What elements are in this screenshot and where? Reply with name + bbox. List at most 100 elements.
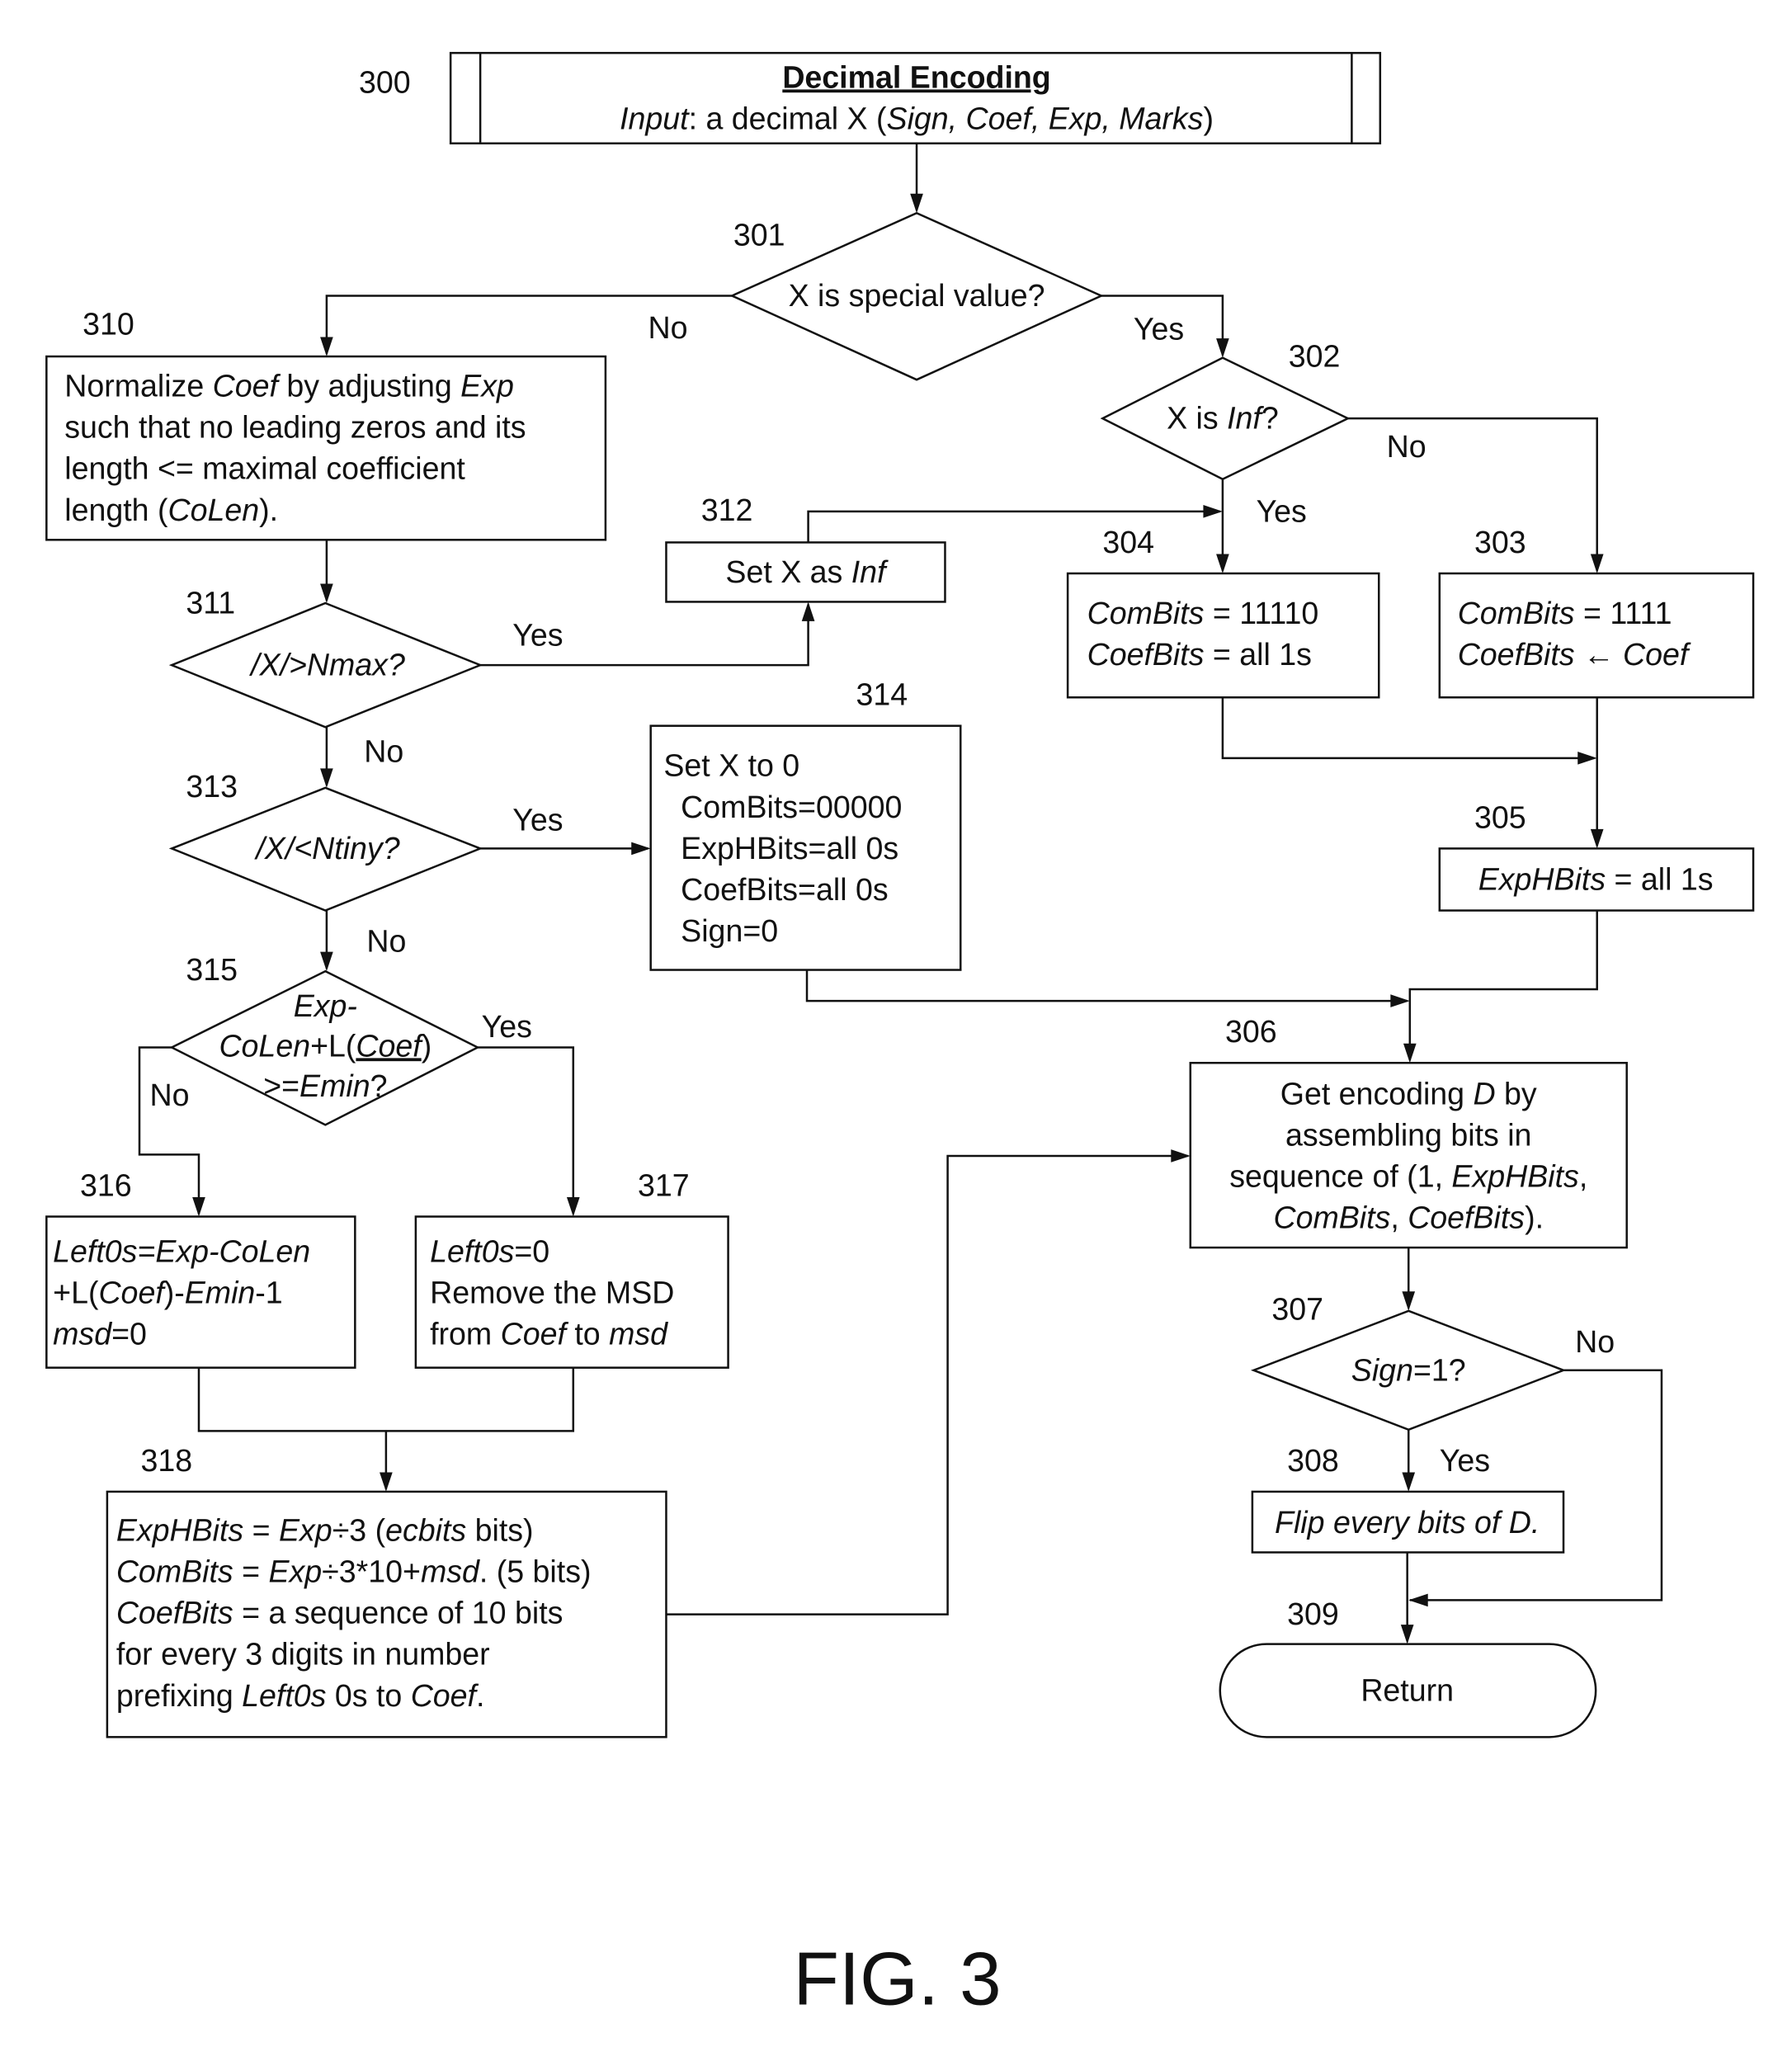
node-312-text: Set X as Inf	[725, 554, 889, 589]
text-segment: ComBits	[116, 1554, 233, 1588]
text-segment: .	[476, 1678, 484, 1713]
label-311-yes: Yes	[512, 618, 563, 653]
arrow-icon	[320, 337, 333, 357]
label-315-yes: Yes	[482, 1009, 532, 1044]
text-segment: for every 3 digits in number	[116, 1637, 490, 1672]
figure-label: FIG. 3	[793, 1937, 1001, 2021]
text-segment: ,	[1390, 1200, 1408, 1235]
label-302-no: No	[1387, 429, 1427, 464]
arrow-icon	[320, 768, 333, 788]
ref-316: 316	[80, 1167, 132, 1202]
text-segment: Inf	[851, 554, 889, 589]
label-307-no: No	[1575, 1324, 1615, 1359]
text-segment: length <= maximal coefficient	[64, 451, 465, 486]
ref-309: 309	[1287, 1597, 1339, 1631]
text-segment: /X/>Nmax?	[248, 648, 405, 682]
text-segment: Sign	[1351, 1352, 1413, 1387]
ref-303: 303	[1474, 525, 1526, 559]
text-segment: CoLen	[167, 493, 259, 527]
text-segment: . (5 bits)	[479, 1554, 592, 1588]
node-307-text: Sign=1?	[1351, 1352, 1466, 1387]
text-segment: ExpHBits	[1451, 1159, 1578, 1194]
text-segment: Remove the MSD	[430, 1275, 674, 1309]
text-segment: Exp-	[294, 988, 357, 1023]
flowchart-decimal-encoding: 300 Decimal Encoding Input: a decimal X …	[45, 51, 1755, 2021]
node-300: 300 Decimal Encoding Input: a decimal X …	[359, 51, 1382, 145]
node-300-text: Input: a decimal X (Sign, Coef, Exp, Mar…	[620, 101, 1214, 136]
arrow-icon	[801, 601, 815, 621]
node-311: 311 /X/>Nmax?	[168, 586, 483, 729]
text-segment: ComBits	[1273, 1200, 1390, 1235]
text-segment: Inf	[1227, 401, 1264, 436]
arrow-icon	[1216, 338, 1229, 358]
text-segment: sequence of (1,	[1229, 1159, 1451, 1194]
text-segment: Set X to 0	[663, 748, 799, 783]
text-segment: ).	[1525, 1200, 1544, 1235]
text-segment: = all 1s	[1204, 637, 1311, 672]
ref-311: 311	[186, 586, 235, 620]
text-segment: such that no leading zeros and its	[64, 410, 526, 445]
arrow-icon	[1403, 1043, 1417, 1064]
text-segment: CoefBits	[1458, 637, 1575, 672]
text-segment: =1?	[1413, 1352, 1466, 1387]
text-segment: bits)	[466, 1512, 533, 1547]
text-segment: Coef	[411, 1678, 479, 1713]
ref-300: 300	[359, 65, 411, 100]
arrow-icon	[1203, 505, 1223, 518]
text-segment: Get encoding	[1280, 1076, 1474, 1111]
arrow-icon	[1216, 554, 1229, 573]
node-313-text: /X/<Ntiny?	[253, 831, 399, 865]
ref-315: 315	[186, 952, 238, 987]
node-308-text: Flip every bits of D.	[1275, 1505, 1540, 1540]
text-segment: ?	[1261, 401, 1279, 436]
text-segment: Input	[620, 101, 690, 136]
arrow-icon	[380, 1472, 393, 1492]
text-segment: 0s to	[326, 1678, 410, 1713]
ref-312: 312	[701, 493, 753, 527]
text-segment: msd	[609, 1316, 668, 1351]
text-segment: Coef	[1623, 637, 1691, 672]
node-304-box	[1066, 572, 1380, 699]
arrow-icon	[1408, 1593, 1428, 1607]
text-segment: =0	[514, 1233, 549, 1268]
arrow-icon	[1590, 554, 1604, 573]
arrow-icon	[1390, 994, 1410, 1007]
text-segment: CoefBits=all 0s	[663, 872, 888, 907]
edge-318-306	[666, 1154, 1188, 1615]
text-segment: )	[1203, 101, 1214, 136]
text-segment: Emin	[299, 1068, 370, 1103]
label-315-no: No	[150, 1078, 190, 1112]
text-segment: Normalize	[64, 369, 212, 403]
label-302-yes: Yes	[1257, 493, 1307, 528]
ref-305: 305	[1474, 799, 1526, 834]
ref-313: 313	[186, 769, 238, 804]
arrow-icon	[1171, 1149, 1191, 1163]
arrow-icon	[631, 842, 651, 856]
text-segment: CoLen	[219, 1028, 310, 1063]
text-segment: Flip every bits of D.	[1275, 1505, 1540, 1540]
label-313-no: No	[366, 924, 406, 959]
text-segment: X is special value?	[789, 278, 1045, 313]
text-segment: ExpHBits=all 0s	[663, 831, 898, 865]
text-segment: =	[243, 1512, 279, 1547]
node-300-title: Decimal Encoding	[782, 59, 1050, 94]
text-segment: = 1111	[1575, 596, 1672, 630]
node-303-box	[1438, 572, 1755, 699]
text-segment: Exp	[279, 1512, 332, 1547]
text-segment: Set X as	[725, 554, 851, 589]
text-segment: Coef	[501, 1316, 569, 1351]
label-301-no: No	[648, 310, 688, 345]
ref-310: 310	[83, 306, 134, 341]
text-segment: Exp	[460, 369, 514, 403]
text-segment: ComBits	[1458, 596, 1575, 630]
text-segment: +L(	[53, 1275, 99, 1309]
text-segment: Left0s	[430, 1233, 514, 1268]
text-segment: Emin	[185, 1275, 256, 1309]
text-segment: D	[1474, 1076, 1496, 1111]
arrow-icon	[566, 1197, 580, 1217]
text-segment: Coef	[213, 369, 281, 403]
text-segment: ComBits	[1087, 596, 1205, 630]
node-307: 307 Sign=1?	[1250, 1292, 1567, 1431]
text-segment: CoefBits	[116, 1596, 233, 1630]
arrow-icon	[192, 1197, 205, 1217]
